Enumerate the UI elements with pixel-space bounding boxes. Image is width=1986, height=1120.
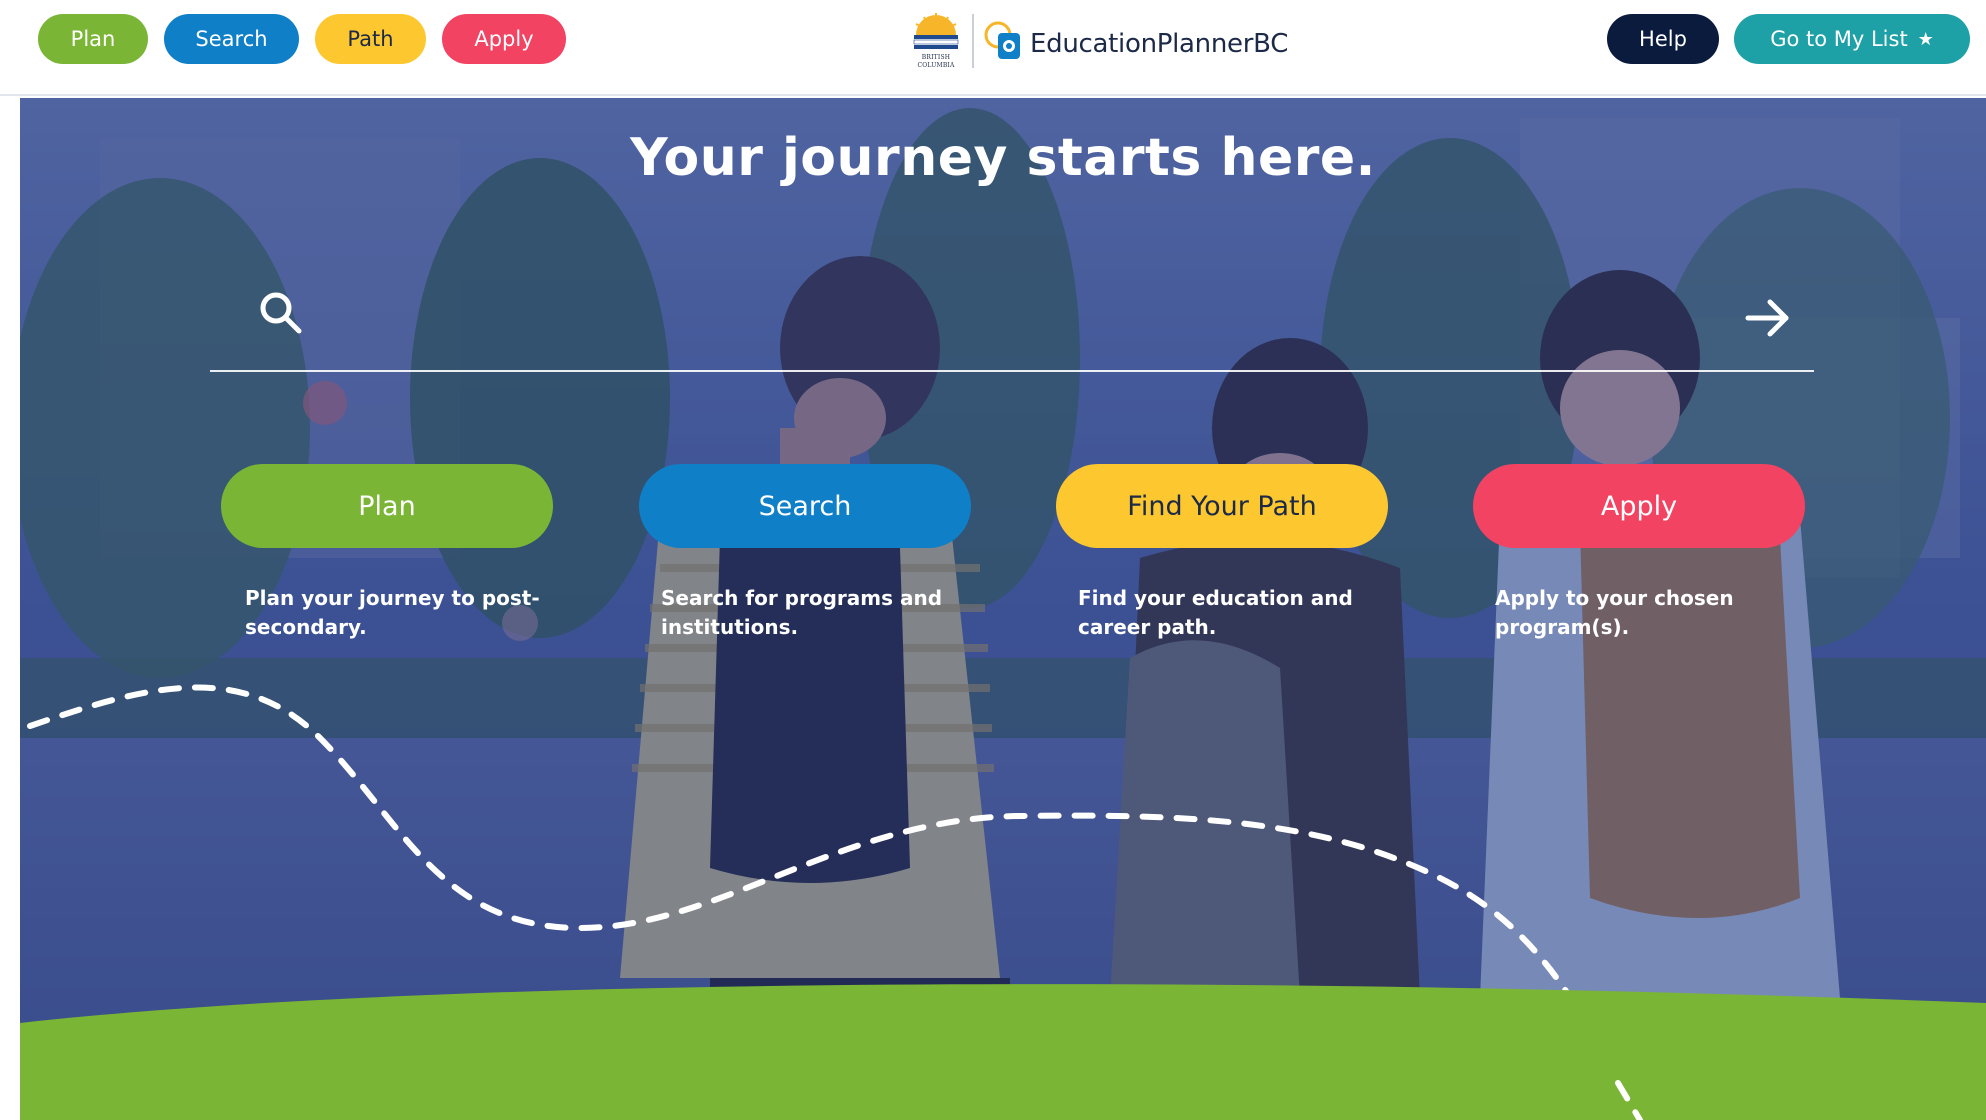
bc-sun-icon <box>913 13 959 49</box>
plan-button[interactable]: Plan <box>221 464 553 548</box>
nav-path-button[interactable]: Path <box>315 14 426 64</box>
star-icon: ★ <box>1917 28 1934 50</box>
search-button[interactable]: Search <box>639 464 971 548</box>
search-icon <box>260 292 302 334</box>
nav-search-button[interactable]: Search <box>164 14 299 64</box>
education-planner-icon <box>984 21 1020 59</box>
bc-government-logo: BRITISH COLUMBIA <box>904 10 968 72</box>
logo-divider <box>972 14 974 68</box>
nav-plan-button[interactable]: Plan <box>38 14 148 64</box>
site-header: Plan Search Path Apply BRITISH COLUMBIA <box>0 0 1986 96</box>
search-description: Search for programs and institutions. <box>661 586 943 639</box>
go-to-my-list-button[interactable]: Go to My List ★ <box>1734 14 1970 64</box>
brand-name: EducationPlannerBC <box>1030 29 1289 59</box>
arrow-right-icon[interactable] <box>1742 292 1794 344</box>
help-button[interactable]: Help <box>1607 14 1719 64</box>
apply-button[interactable]: Apply <box>1473 464 1805 548</box>
hero-section: Your journey starts here. Plan Search Fi… <box>20 98 1986 1120</box>
site-logo[interactable]: BRITISH COLUMBIA EducationPlannerBC <box>904 10 1288 72</box>
bc-caption-line2: COLUMBIA <box>917 62 955 69</box>
apply-description: Apply to your chosen program(s). <box>1495 586 1734 639</box>
hero-search-bar <box>210 268 1814 372</box>
nav-apply-button[interactable]: Apply <box>442 14 566 64</box>
bc-caption-line1: BRITISH <box>921 54 951 61</box>
hero-title: Your journey starts here. <box>630 128 1376 188</box>
find-your-path-description: Find your education and career path. <box>1078 586 1353 639</box>
plan-description: Plan your journey to post-secondary. <box>245 586 540 639</box>
hero-search-input[interactable] <box>328 288 1692 346</box>
my-list-label: Go to My List <box>1770 27 1908 51</box>
find-your-path-button[interactable]: Find Your Path <box>1056 464 1388 548</box>
